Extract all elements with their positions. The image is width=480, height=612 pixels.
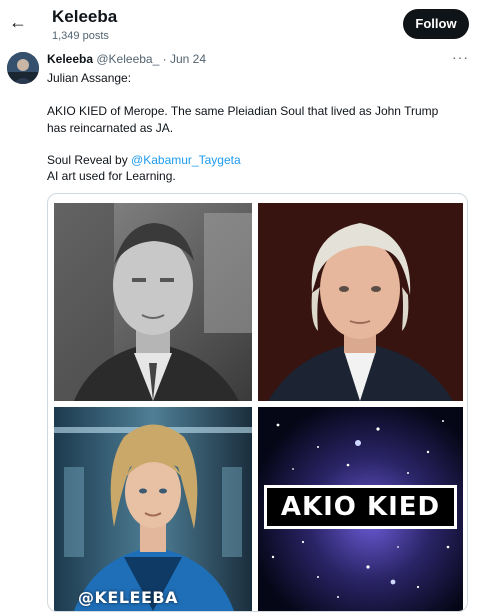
author-name[interactable]: Keleeba	[47, 52, 93, 66]
media-image-vintage-portrait[interactable]	[54, 203, 252, 401]
media-image-starfield-banner[interactable]: AKIO KIED	[258, 407, 463, 611]
follow-button[interactable]: Follow	[403, 9, 469, 39]
tweet-text-line: Julian Assange:	[47, 71, 132, 85]
back-arrow-icon[interactable]: ←	[8, 12, 28, 32]
akio-kied-banner-text: AKIO KIED	[267, 488, 454, 526]
tweet-text-line: has reincarnated as JA.	[47, 121, 174, 135]
tweet-text-line: AI art used for Learning.	[47, 169, 176, 183]
media-image-portrait-white-hair[interactable]	[258, 203, 463, 401]
profile-header: ← Keleeba 1,349 posts Follow	[0, 0, 480, 46]
profile-name: Keleeba	[52, 7, 118, 26]
more-options-icon[interactable]: ···	[452, 50, 472, 66]
tweet-text-line: Soul Reveal by @Kabamur_Taygeta	[47, 153, 467, 168]
tweet-text-line: AKIO KIED of Merope. The same Pleiadian …	[47, 104, 439, 118]
image-watermark: @KELEEBA	[78, 588, 178, 607]
post-count: 1,349 posts	[52, 30, 109, 42]
author-handle[interactable]: @Keleeba_	[96, 52, 159, 66]
akio-kied-banner: AKIO KIED	[264, 485, 457, 529]
media-image-ai-art-figure[interactable]: @KELEEBA	[54, 407, 252, 611]
meta-separator: ·	[162, 52, 167, 66]
tweet-meta: Keleeba @Keleeba_ · Jun 24	[47, 52, 206, 66]
mention-link[interactable]: @Kabamur_Taygeta	[131, 153, 241, 167]
soul-reveal-label: Soul Reveal by	[47, 153, 132, 167]
tweet-date[interactable]: Jun 24	[170, 52, 206, 66]
avatar[interactable]	[7, 52, 39, 84]
media-grid[interactable]: @KELEEBA AKIO KIED	[47, 193, 468, 612]
